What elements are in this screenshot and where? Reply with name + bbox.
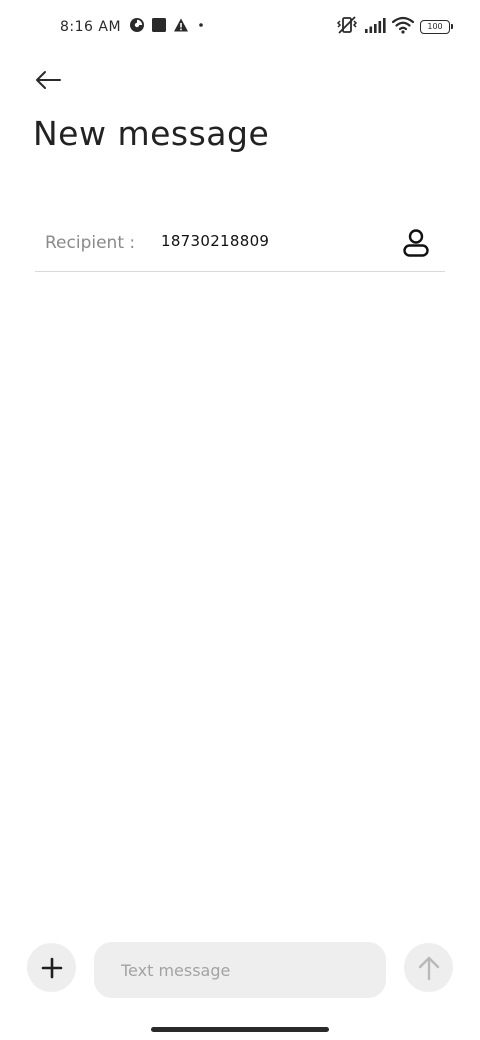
vibrate-off-icon xyxy=(336,15,358,39)
page-title: New message xyxy=(33,114,270,153)
warning-icon xyxy=(173,17,189,37)
arrow-up-icon xyxy=(418,956,439,980)
select-contact-button[interactable] xyxy=(399,226,433,260)
recipient-input[interactable] xyxy=(161,232,381,250)
send-button[interactable] xyxy=(404,943,453,992)
home-indicator[interactable] xyxy=(151,1027,329,1032)
data-saver-icon xyxy=(129,17,145,37)
status-bar: 8:16 AM 100 xyxy=(0,0,480,56)
arrow-left-icon xyxy=(36,71,61,89)
square-notification-icon xyxy=(151,17,167,37)
plus-icon xyxy=(41,957,62,978)
recipient-row: Recipient : xyxy=(35,218,445,272)
status-left: 8:16 AM xyxy=(60,17,207,37)
recipient-label: Recipient : xyxy=(45,233,136,253)
person-icon xyxy=(403,229,429,257)
signal-icon xyxy=(364,16,386,38)
wifi-icon xyxy=(391,16,415,38)
battery-icon: 100 xyxy=(420,20,453,34)
status-right: 100 xyxy=(336,15,453,39)
new-message-screen: 8:16 AM 100 New message Recipient: 1873… xyxy=(0,0,480,1040)
status-time: 8:16 AM xyxy=(60,19,122,35)
back-button[interactable] xyxy=(28,62,68,98)
dot-icon xyxy=(195,17,207,37)
message-input[interactable] xyxy=(94,942,386,998)
attach-button[interactable] xyxy=(27,943,76,992)
